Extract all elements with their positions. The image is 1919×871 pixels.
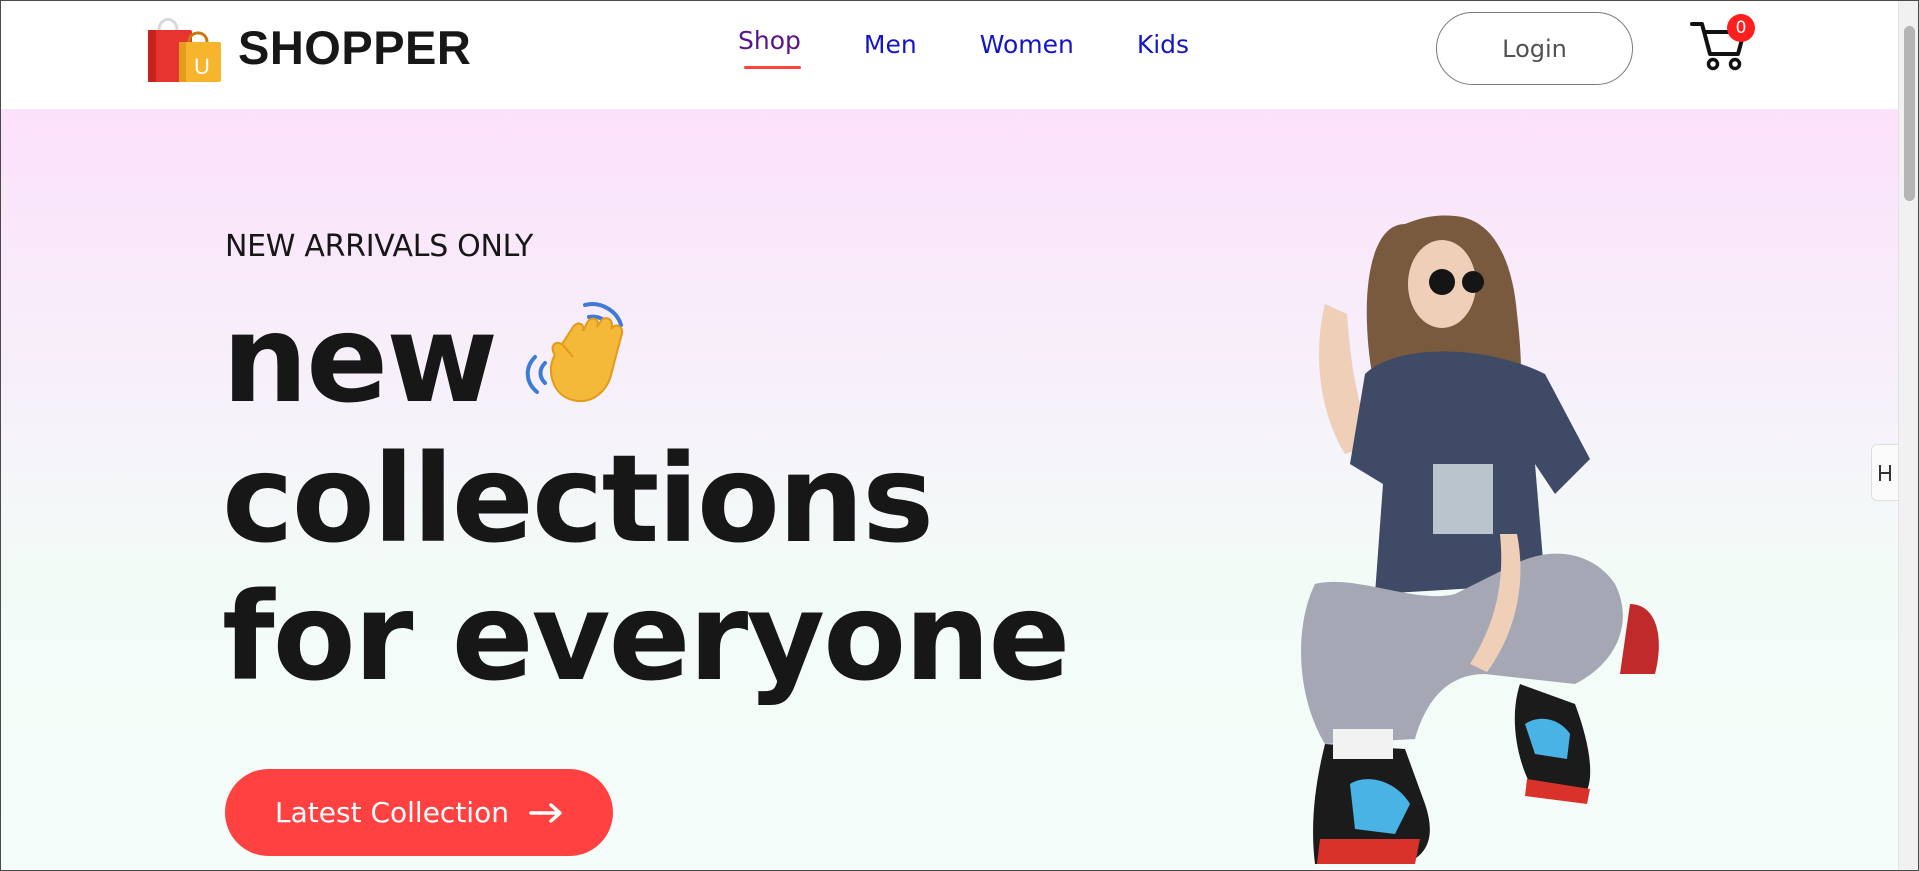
nav-shop[interactable]: Shop <box>738 26 801 69</box>
latest-collection-button[interactable]: Latest Collection <box>225 769 613 856</box>
nav-men-label: Men <box>863 30 917 59</box>
shopping-bag-logo-icon: U <box>145 12 223 84</box>
nav-kids[interactable]: Kids <box>1137 30 1189 59</box>
nav-women[interactable]: Women <box>980 30 1074 59</box>
nav-kids-label: Kids <box>1136 30 1190 59</box>
hero-heading-line-1: new <box>222 289 498 430</box>
nav-active-underline <box>744 66 801 69</box>
latest-collection-label: Latest Collection <box>275 796 509 829</box>
logo[interactable]: U SHOPPER <box>145 12 471 84</box>
logo-badge-letter: U <box>194 54 210 79</box>
page-scrollbar[interactable] <box>1898 0 1919 871</box>
arrow-right-icon <box>529 802 562 823</box>
site-header: U SHOPPER Shop Men Women Kids Login 0 <box>0 0 1898 109</box>
hero-heading-line-3: for everyone <box>222 567 1070 708</box>
cart-count-badge: 0 <box>1727 14 1755 42</box>
brand-name: SHOPPER <box>238 20 472 74</box>
main-nav: Shop Men Women Kids <box>738 26 1189 69</box>
scrollbar-thumb[interactable] <box>1904 26 1915 201</box>
hero-model-image <box>1255 204 1695 871</box>
side-panel-toggle[interactable] <box>1871 444 1898 501</box>
hero-heading-line-2: collections <box>222 429 934 570</box>
nav-women-label: Women <box>979 30 1074 59</box>
nav-shop-label: Shop <box>738 26 801 55</box>
waving-hand-icon <box>515 297 640 422</box>
login-button[interactable]: Login <box>1436 12 1633 85</box>
hero-section: NEW ARRIVALS ONLY new collections for ev… <box>0 109 1898 871</box>
hero-kicker: NEW ARRIVALS ONLY <box>225 229 534 264</box>
side-panel-icon <box>1879 464 1891 481</box>
nav-men[interactable]: Men <box>864 30 917 59</box>
